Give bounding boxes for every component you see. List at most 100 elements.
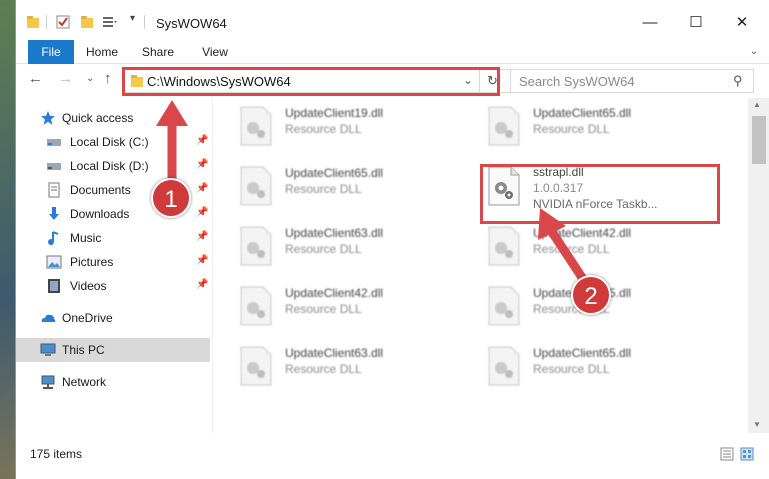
up-button[interactable]: ↑ [104, 70, 112, 87]
maximize-button[interactable]: ☐ [673, 8, 719, 38]
search-icon[interactable]: ⚲ [733, 73, 743, 89]
sidebar-item-quick-access[interactable]: Quick access [16, 106, 210, 130]
dll-file-icon [488, 346, 520, 386]
search-box[interactable]: Search SysWOW64 ⚲ [510, 69, 754, 93]
close-button[interactable]: ✕ [719, 8, 765, 38]
sidebar-item-this-pc[interactable]: This PC [16, 338, 210, 362]
file-item[interactable]: UpdateClient63.dll Resource DLL [213, 340, 443, 388]
pin-icon: 📌 [196, 135, 209, 146]
tab-home[interactable]: Home [82, 40, 122, 64]
download-icon [49, 207, 59, 220]
onedrive-icon [41, 314, 56, 322]
folder-icon[interactable] [26, 15, 40, 29]
file-type: Resource DLL [533, 362, 610, 376]
pin-icon: 📌 [196, 183, 209, 194]
music-icon [48, 231, 59, 245]
tab-view[interactable]: View [196, 40, 234, 64]
item-count: 175 items [30, 447, 83, 461]
sidebar-item-label: Documents [70, 183, 131, 197]
dll-file-icon [240, 346, 272, 386]
search-input[interactable]: Search SysWOW64 [519, 74, 635, 89]
file-type: Resource DLL [285, 362, 362, 376]
navigation-pane: Quick access Local Disk (C:) 📌 Local Dis… [16, 98, 212, 433]
dll-file-icon [488, 286, 520, 326]
sidebar-item-onedrive[interactable]: OneDrive [16, 306, 210, 330]
details-view-icon[interactable] [720, 447, 734, 461]
sidebar-item-label: This PC [62, 343, 105, 357]
dll-file-icon [240, 226, 272, 266]
pin-icon: 📌 [196, 207, 209, 218]
view-icon[interactable] [102, 15, 118, 29]
file-name: UpdateClient19.dll [285, 106, 384, 120]
dll-file-icon [240, 286, 272, 326]
drive-icon [47, 139, 61, 146]
sidebar-item-local-disk-c[interactable]: Local Disk (C:) 📌 [16, 130, 210, 154]
tiles-view-icon[interactable] [740, 447, 754, 461]
sidebar-item-label: Local Disk (C:) [70, 135, 149, 149]
sidebar-item-videos[interactable]: Videos 📌 [16, 274, 210, 298]
file-type: Resource DLL [533, 122, 610, 136]
network-icon [41, 375, 55, 389]
sidebar-item-local-disk-d[interactable]: Local Disk (D:) 📌 [16, 154, 210, 178]
file-item[interactable]: UpdateClient42.dll Resource DLL [213, 280, 443, 328]
dll-file-icon [240, 106, 272, 146]
file-item[interactable]: UpdateClient63.dll Resource DLL [213, 220, 443, 268]
file-name: UpdateClient42.dll [285, 286, 384, 300]
documents-icon [48, 182, 60, 198]
sidebar-item-label: OneDrive [62, 311, 113, 325]
file-type: Resource DLL [285, 122, 362, 136]
file-name: UpdateClient65.dll [533, 106, 632, 120]
dll-file-icon [488, 226, 520, 266]
sidebar-item-pictures[interactable]: Pictures 📌 [16, 250, 210, 274]
sidebar-item-label: Music [70, 231, 102, 245]
forward-button[interactable]: → [58, 70, 73, 87]
pin-icon: 📌 [196, 255, 209, 266]
customize-toolbar-icon[interactable]: ▾ [130, 13, 135, 24]
new-folder-icon[interactable] [80, 15, 94, 29]
status-bar: 175 items [16, 443, 769, 465]
ribbon-tabs: File Home Share View ⌄ [16, 40, 769, 64]
file-name: UpdateClient63.dll [285, 346, 384, 360]
file-type: Resource DLL [285, 242, 362, 256]
file-highlight-box [480, 164, 720, 224]
address-highlight-box [122, 67, 500, 96]
tab-share[interactable]: Share [138, 40, 178, 64]
file-list: UpdateClient19.dll Resource DLL UpdateCl… [213, 98, 748, 433]
file-name: UpdateClient65.dll [533, 346, 632, 360]
pin-icon: 📌 [196, 159, 209, 170]
back-button[interactable]: ← [28, 70, 43, 87]
step-2-badge: 2 [571, 275, 611, 315]
pc-icon [40, 343, 56, 356]
file-name: UpdateClient42.dll [533, 226, 632, 240]
recent-locations-button[interactable]: ⌄ [86, 73, 94, 84]
sidebar-item-label: Videos [70, 279, 107, 293]
file-name: UpdateClient63.dll [285, 226, 384, 240]
title-bar: ▾ SysWOW64 — ☐ ✕ [16, 0, 769, 40]
properties-icon[interactable] [56, 15, 70, 29]
tab-file[interactable]: File [28, 40, 74, 64]
scroll-thumb[interactable] [752, 116, 766, 164]
divider [46, 15, 47, 29]
videos-icon [48, 279, 60, 293]
file-item[interactable]: UpdateClient19.dll Resource DLL [213, 100, 443, 148]
pin-icon: 📌 [196, 231, 209, 242]
scroll-up-arrow[interactable]: ▲ [753, 100, 761, 109]
vertical-scrollbar[interactable]: ▲ ▼ [748, 98, 769, 433]
window-title: SysWOW64 [156, 16, 227, 31]
scroll-down-arrow[interactable]: ▼ [753, 420, 761, 429]
minimize-button[interactable]: — [627, 8, 673, 38]
dll-file-icon [240, 166, 272, 206]
step-1-badge: 1 [151, 178, 191, 218]
drive-icon [47, 163, 61, 170]
file-item[interactable]: UpdateClient65.dll Resource DLL [461, 340, 691, 388]
sidebar-item-network[interactable]: Network [16, 370, 210, 394]
file-item[interactable]: UpdateClient42.dll Resource DLL [461, 220, 691, 268]
sidebar-item-label: Quick access [62, 111, 134, 125]
expand-ribbon-icon[interactable]: ⌄ [746, 40, 762, 64]
sidebar-item-label: Pictures [70, 255, 114, 269]
sidebar-item-music[interactable]: Music 📌 [16, 226, 210, 250]
file-item[interactable]: UpdateClient65.dll Resource DLL [213, 160, 443, 208]
file-type: Resource DLL [533, 242, 610, 256]
file-item[interactable]: UpdateClient65.dll Resource DLL [461, 100, 691, 148]
pin-icon: 📌 [196, 279, 209, 290]
